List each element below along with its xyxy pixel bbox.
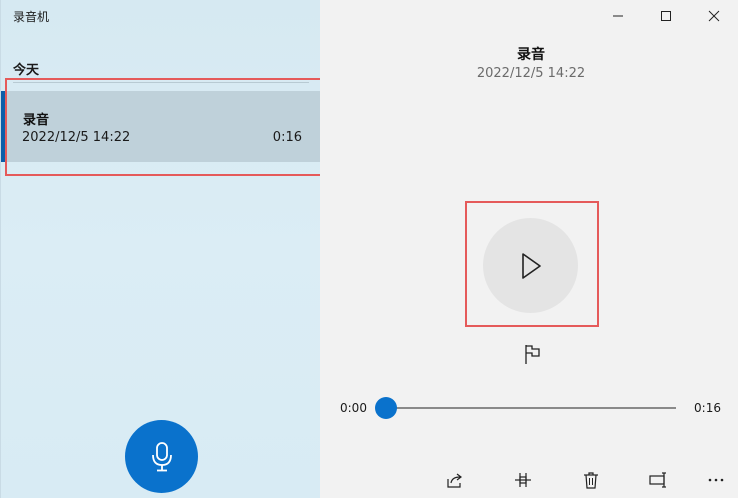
current-time: 0:00 xyxy=(340,401,367,415)
minimize-button[interactable] xyxy=(594,0,642,32)
add-marker-button[interactable] xyxy=(520,342,544,366)
share-icon xyxy=(447,473,462,488)
selection-indicator xyxy=(1,91,5,162)
close-button[interactable] xyxy=(690,0,738,32)
minimize-icon xyxy=(613,15,623,17)
maximize-icon xyxy=(661,11,671,21)
recording-duration: 0:16 xyxy=(272,130,302,145)
playback-slider-thumb[interactable] xyxy=(375,397,397,419)
trim-icon xyxy=(515,473,531,487)
window-controls xyxy=(594,0,738,32)
more-icon xyxy=(708,478,724,482)
recordings-pane: 录音机 今天 录音 2022/12/5 14:22 0:16 xyxy=(0,0,321,498)
close-icon xyxy=(708,10,720,22)
more-options-button[interactable] xyxy=(702,466,730,494)
trash-icon xyxy=(584,472,598,489)
recording-timestamp: 2022/12/5 14:22 xyxy=(476,66,586,81)
total-time: 0:16 xyxy=(694,401,721,415)
delete-button[interactable] xyxy=(577,466,605,494)
rename-icon xyxy=(649,472,666,488)
section-header-today: 今天 xyxy=(13,63,40,78)
flag-icon xyxy=(525,345,540,364)
play-icon xyxy=(521,252,541,279)
section-divider xyxy=(13,82,309,83)
trim-button[interactable] xyxy=(509,466,537,494)
microphone-icon xyxy=(151,441,172,471)
recording-list-item[interactable]: 录音 2022/12/5 14:22 0:16 xyxy=(7,91,321,162)
app-title: 录音机 xyxy=(13,10,50,24)
maximize-button[interactable] xyxy=(642,0,690,32)
voice-recorder-window: 录音机 今天 录音 2022/12/5 14:22 0:16 录音 2022/1… xyxy=(0,0,738,498)
record-button[interactable] xyxy=(125,420,198,493)
recording-date: 2022/12/5 14:22 xyxy=(22,130,131,145)
playback-track[interactable] xyxy=(386,407,676,409)
recording-title: 录音 xyxy=(517,47,545,63)
share-button[interactable] xyxy=(441,466,469,494)
rename-button[interactable] xyxy=(645,466,673,494)
play-button[interactable] xyxy=(483,218,578,313)
recording-name: 录音 xyxy=(23,113,50,128)
recording-detail-pane: 录音 2022/12/5 14:22 0:00 0:16 xyxy=(320,0,738,498)
